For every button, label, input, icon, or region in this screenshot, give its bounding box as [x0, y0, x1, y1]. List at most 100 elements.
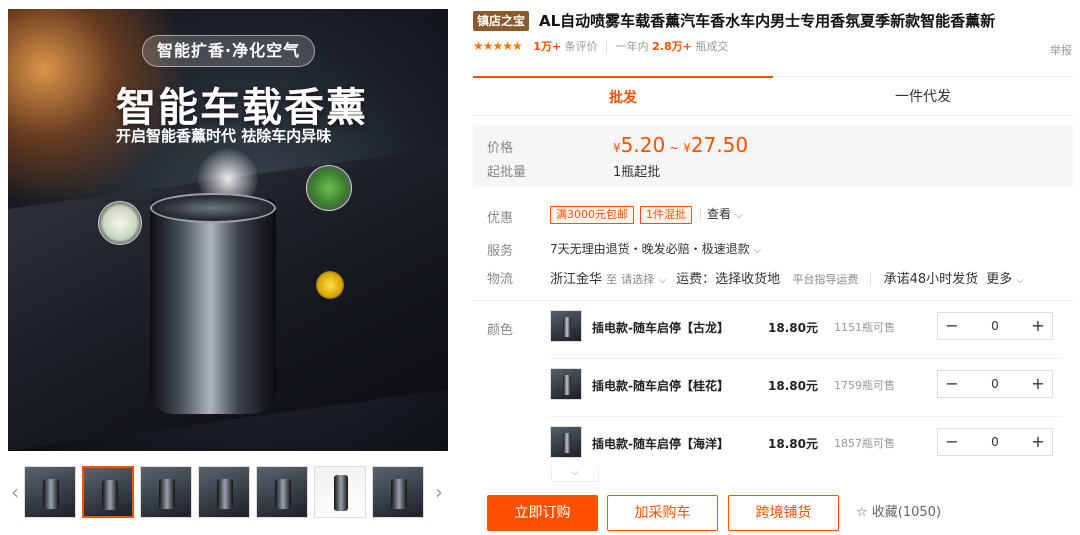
chevron-left-icon[interactable]: ‹	[8, 482, 22, 502]
sku-stock: 1151瓶可售	[834, 321, 895, 334]
minus-icon[interactable]: −	[938, 429, 966, 455]
sku-name: 插电款-随车启停【海洋】	[592, 437, 729, 451]
promo-label: 优惠	[487, 211, 514, 226]
logistics-label: 物流	[487, 272, 514, 287]
thumbnail[interactable]	[256, 466, 308, 518]
favorite-label: 收藏(1050)	[871, 505, 942, 520]
promo-tag-free-shipping: 满3000元包邮	[550, 206, 634, 224]
jasmine-bubble	[98, 201, 142, 245]
thumbnail[interactable]	[198, 466, 250, 518]
review-label: 条评价	[564, 40, 598, 53]
favorite-button[interactable]: ☆ 收藏(1050)	[856, 495, 941, 531]
deal-label: 瓶成交	[695, 40, 729, 53]
plus-icon[interactable]: +	[1024, 313, 1052, 339]
divider	[870, 273, 872, 286]
service-label: 服务	[487, 244, 514, 259]
lemon-bubble	[316, 271, 344, 299]
quantity-stepper: − 0 +	[937, 312, 1053, 340]
main-product-image[interactable]: 智能扩香·净化空气 智能车载香薰 开启智能香薰时代 祛除车内异味	[8, 9, 448, 451]
service-row[interactable]: 7天无理由退货・晚发必赔・极速退款 ⌵	[550, 240, 761, 257]
destination-select[interactable]: 请选择	[621, 273, 654, 286]
chevron-down-icon[interactable]: ⌵	[658, 275, 666, 286]
tab-wholesale[interactable]: 批发	[473, 76, 773, 116]
plus-icon[interactable]: +	[1024, 371, 1052, 397]
thumbnail[interactable]	[314, 466, 366, 518]
price-separator: ~	[669, 141, 680, 155]
report-link[interactable]: 举报	[1050, 42, 1072, 58]
product-stats: ★★★★★ 1万+ 条评价 一年内 2.8万+ 瓶成交	[473, 38, 728, 56]
currency-symbol: ¥	[683, 141, 691, 155]
plus-icon[interactable]: +	[1024, 429, 1052, 455]
shop-badge: 镇店之宝	[473, 11, 530, 31]
sku-stock: 1759瓶可售	[834, 379, 895, 392]
diffuser-body	[150, 199, 276, 414]
image-subline: 开启智能香薰时代 祛除车内异味	[116, 127, 332, 145]
quantity-stepper: − 0 +	[937, 428, 1053, 456]
logistics-origin: 浙江金华	[550, 272, 603, 287]
star-outline-icon: ☆	[856, 505, 868, 520]
promo-view-link[interactable]: 查看	[707, 207, 731, 221]
chevron-down-icon[interactable]: ⌵	[551, 466, 599, 482]
image-headline-pill: 智能扩香·净化空气	[142, 35, 316, 67]
sku-price: 18.80元	[768, 379, 818, 393]
divider	[606, 40, 608, 54]
buy-now-button[interactable]: 立即订购	[487, 495, 598, 531]
minus-icon[interactable]: −	[938, 371, 966, 397]
quantity-input[interactable]: 0	[966, 429, 1024, 455]
sku-thumbnail[interactable]	[550, 426, 582, 458]
diffuser-top	[150, 193, 276, 223]
divider	[700, 208, 701, 221]
thumbnail[interactable]	[24, 466, 76, 518]
deal-count: 2.8万+	[652, 40, 692, 53]
sku-label: 颜色	[487, 323, 514, 338]
mint-bubble	[306, 165, 352, 211]
sku-price: 18.80元	[768, 321, 818, 335]
ship-promise: 承诺48小时发货	[883, 272, 979, 287]
sku-row: 插电款-随车启停【桂花】 18.80元 1759瓶可售 − 0 +	[550, 359, 1062, 417]
thumbnail-active[interactable]	[82, 466, 134, 518]
sku-stock: 1857瓶可售	[834, 437, 895, 450]
price-max: 27.50	[690, 133, 749, 157]
sku-name: 插电款-随车启停【桂花】	[592, 379, 729, 393]
logistics-to: 至	[606, 273, 618, 286]
thumbnail[interactable]	[372, 466, 424, 518]
sku-thumbnail[interactable]	[550, 368, 582, 400]
moq-value: 1瓶起批	[613, 165, 661, 180]
sku-price: 18.80元	[768, 437, 818, 451]
product-title: AL自动喷雾车载香薰汽车香水车内男士专用香氛夏季新款智能香薰新	[539, 12, 996, 30]
minus-icon[interactable]: −	[938, 313, 966, 339]
quantity-input[interactable]: 0	[966, 371, 1024, 397]
sku-row: 插电款-随车启停【海洋】 18.80元 1857瓶可售 − 0 +	[550, 417, 1062, 475]
logistics-row: 浙江金华 至 请选择 ⌵ 运费：选择收货地 平台指导运费 承诺48小时发货 更多…	[550, 268, 1024, 287]
service-text: 7天无理由退货・晚发必赔・极速退款	[550, 242, 750, 256]
moq-label: 起批量	[487, 165, 527, 180]
tab-dropship[interactable]: 一件代发	[773, 76, 1073, 116]
cross-border-button[interactable]: 跨境铺货	[728, 495, 839, 531]
chevron-down-icon[interactable]: ⌵	[754, 245, 762, 256]
promo-tag-mixed-batch: 1件混批	[640, 206, 692, 224]
chevron-down-icon[interactable]: ⌵	[1016, 275, 1024, 286]
thumbnail-strip: ‹ ›	[8, 464, 448, 520]
quantity-input[interactable]: 0	[966, 313, 1024, 339]
chevron-down-icon[interactable]: ⌵	[735, 210, 743, 221]
promo-row: 满3000元包邮 1件混批 查看 ⌵	[550, 205, 743, 224]
currency-symbol: ¥	[613, 141, 621, 155]
chevron-right-icon[interactable]: ›	[432, 482, 446, 502]
review-count[interactable]: 1万+	[533, 40, 561, 53]
sku-thumbnail[interactable]	[550, 310, 582, 342]
sku-name: 插电款-随车启停【古龙】	[592, 321, 729, 335]
freight-text: 运费：选择收货地	[676, 272, 781, 287]
title-row: 镇店之宝 AL自动喷雾车载香薰汽车香水车内男士专用香氛夏季新款智能香薰新	[473, 9, 1073, 33]
logistics-more[interactable]: 更多	[986, 272, 1012, 287]
freight-guide: 平台指导运费	[792, 273, 859, 286]
sku-row: 插电款-随车启停【古龙】 18.80元 1151瓶可售 − 0 +	[550, 301, 1062, 359]
price-range: ¥5.20 ~ ¥27.50	[613, 133, 748, 157]
purchase-tabs: 批发 一件代发	[473, 76, 1073, 116]
quantity-stepper: − 0 +	[937, 370, 1053, 398]
price-min: 5.20	[620, 133, 666, 157]
rating-stars-icon: ★★★★★	[473, 39, 523, 53]
thumbnail[interactable]	[140, 466, 192, 518]
sku-list: 颜色 插电款-随车启停【古龙】 18.80元 1151瓶可售 − 0 + 插电款…	[473, 300, 1073, 468]
period-label: 一年内	[615, 40, 649, 53]
add-to-cart-button[interactable]: 加采购车	[607, 495, 718, 531]
